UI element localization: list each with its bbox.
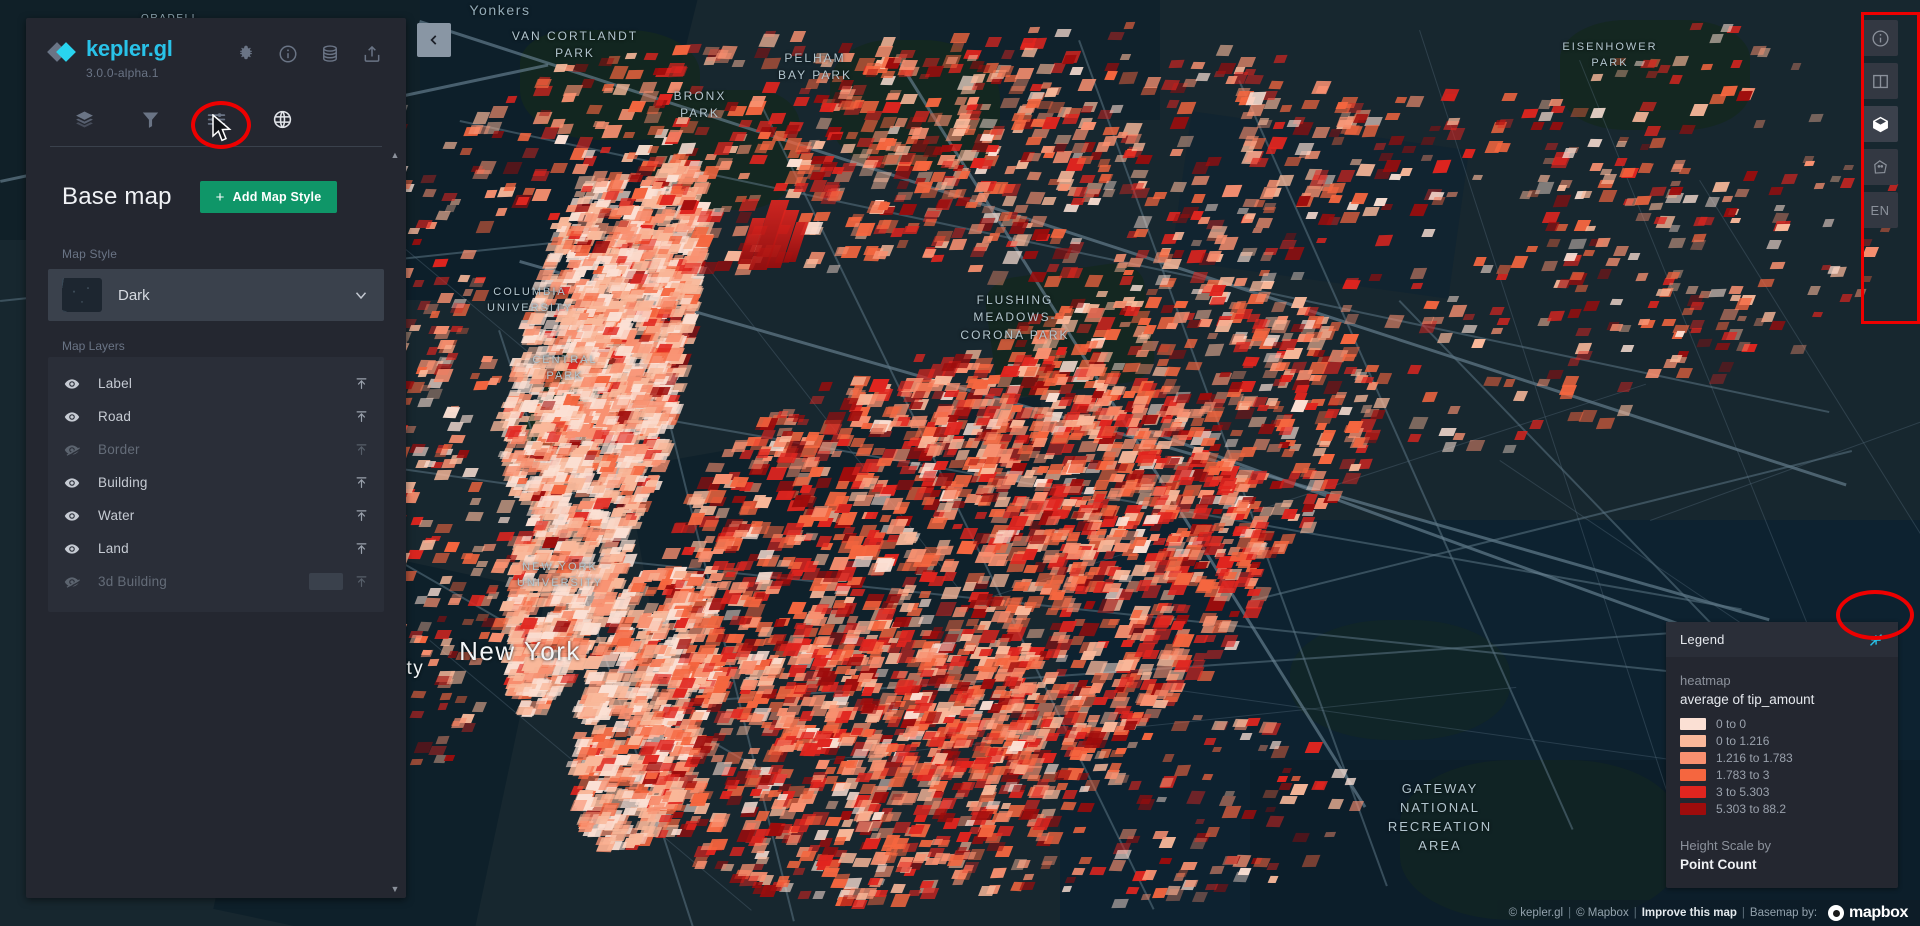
heatmap-cell (606, 275, 624, 284)
heatmap-cell (1014, 340, 1027, 347)
heatmap-cell (885, 405, 903, 414)
heatmap-cell (659, 763, 676, 771)
heatmap-cell (685, 824, 696, 830)
heatmap-cell (775, 491, 794, 500)
heatmap-cell (919, 881, 933, 888)
heatmap-cell (747, 747, 759, 753)
heatmap-cell (610, 425, 623, 431)
heatmap-cell (518, 493, 533, 502)
heatmap-cell (661, 589, 673, 595)
heatmap-cell (894, 480, 914, 490)
heatmap-cell (617, 654, 631, 661)
heatmap-cell (986, 841, 1005, 850)
heatmap-cell (836, 439, 850, 446)
heatmap-cell (903, 431, 922, 440)
heatmap-cell (586, 519, 602, 527)
heatmap-cell (1222, 539, 1234, 544)
heatmap-cell (862, 601, 881, 610)
heatmap-cell (720, 863, 734, 870)
heatmap-cell (948, 656, 968, 666)
heatmap-cell (824, 775, 838, 783)
heatmap-cell (1228, 611, 1239, 617)
heatmap-cell (852, 749, 869, 758)
heatmap-cell (592, 302, 606, 309)
heatmap-cell (658, 815, 673, 822)
heatmap-cell (899, 594, 911, 600)
heatmap-cell (534, 531, 546, 537)
heatmap-cell (708, 573, 724, 581)
heatmap-cell (1194, 576, 1207, 583)
heatmap-cell (1122, 391, 1136, 398)
heatmap-cell (644, 773, 657, 779)
heatmap-cell (908, 402, 923, 409)
heatmap-cell (834, 666, 852, 675)
heatmap-cell (679, 298, 692, 304)
heatmap-cell (1099, 673, 1114, 680)
heatmap-cell (1055, 655, 1067, 662)
heatmap-cell (651, 459, 662, 465)
heatmap-cell (557, 287, 569, 294)
heatmap-cell (930, 384, 944, 391)
heatmap-cell (591, 484, 606, 492)
heatmap-cell (645, 480, 658, 487)
heatmap-cell (554, 586, 572, 595)
heatmap-cell (732, 530, 748, 537)
heatmap-cell (852, 858, 871, 867)
heatmap-cell (674, 610, 688, 617)
heatmap-cell (616, 468, 632, 476)
heatmap-cell (942, 449, 956, 457)
heatmap-cell (651, 674, 672, 684)
map-geometry (1400, 760, 1680, 920)
heatmap-cell (695, 819, 709, 826)
heatmap-cell (672, 805, 685, 811)
heatmap-cell (842, 526, 855, 533)
heatmap-cell (848, 491, 867, 501)
heatmap-cell (833, 534, 846, 540)
heatmap-cell (1092, 763, 1108, 771)
heatmap-cell (681, 781, 696, 788)
heatmap-cell (862, 698, 881, 707)
heatmap-cell (536, 393, 546, 399)
heatmap-cell (861, 423, 874, 429)
heatmap-cell (799, 732, 815, 739)
heatmap-cell (1204, 650, 1224, 659)
heatmap-cell (582, 292, 599, 301)
heatmap-cell (849, 589, 865, 597)
heatmap-cell (573, 598, 586, 604)
heatmap-cell (577, 501, 594, 509)
heatmap-cell (787, 562, 802, 569)
heatmap-cell (975, 811, 993, 820)
heatmap-cell (598, 461, 611, 467)
heatmap-cell (909, 693, 923, 700)
heatmap-cell (1232, 526, 1247, 534)
heatmap-cell (585, 756, 604, 765)
heatmap-cell (1215, 552, 1227, 559)
heatmap-cell (1159, 605, 1174, 612)
